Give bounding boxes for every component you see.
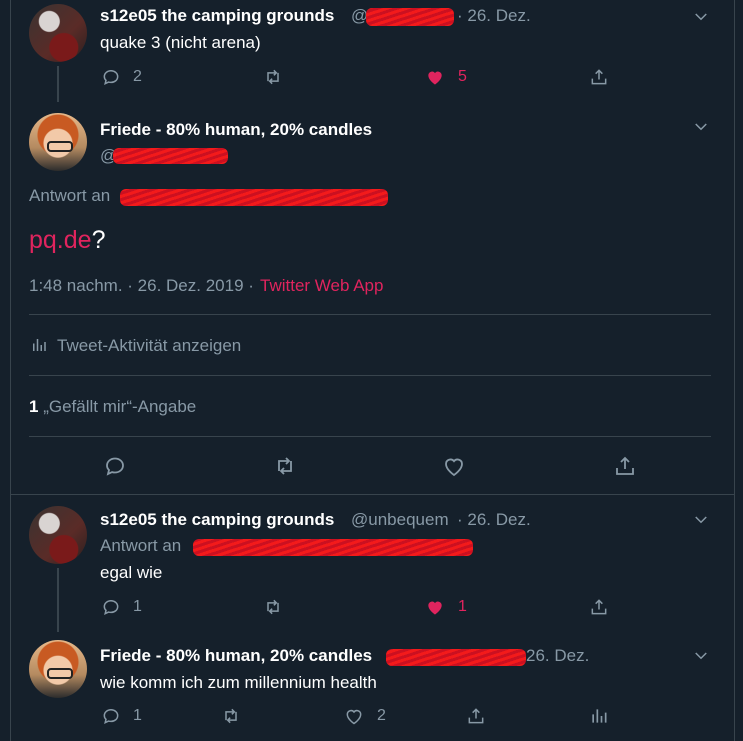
tweet-text-suffix: ?	[91, 226, 106, 254]
reply-to-label: Antwort an	[29, 186, 111, 205]
tweet-text: quake 3 (nicht arena)	[100, 33, 261, 52]
redaction-mark	[113, 148, 228, 164]
timeline-column	[10, 0, 735, 741]
like-count: 2	[377, 707, 386, 724]
tweet-link[interactable]: pq.de	[29, 226, 92, 254]
reply-icon[interactable]	[101, 706, 121, 726]
author-name[interactable]: Friede - 80% human, 20% candles	[100, 646, 372, 666]
likes-count: 1	[29, 397, 39, 416]
avatar[interactable]	[29, 4, 87, 62]
share-icon[interactable]	[589, 67, 609, 87]
tweet-text: wie komm ich zum millennium health	[100, 673, 377, 692]
analytics-icon[interactable]	[589, 706, 609, 726]
author-name[interactable]: Friede - 80% human, 20% candles	[100, 120, 372, 140]
divider	[29, 314, 711, 315]
retweet-icon[interactable]	[263, 67, 283, 87]
reply-icon[interactable]	[101, 67, 121, 87]
tweet-date[interactable]: 26. Dez.	[526, 646, 589, 666]
reply-count: 1	[133, 707, 142, 724]
like-count: 1	[458, 598, 467, 615]
avatar[interactable]	[29, 113, 87, 171]
heart-icon[interactable]	[442, 454, 466, 478]
analytics-icon	[30, 336, 48, 354]
chevron-down-icon[interactable]	[692, 8, 710, 26]
tweet-timestamp[interactable]: 1:48 nachm. · 26. Dez. 2019 ·	[29, 276, 254, 296]
tweet-activity-link[interactable]: Tweet-Aktivität anzeigen	[57, 336, 241, 356]
section-divider	[10, 494, 734, 495]
heart-icon[interactable]	[344, 706, 364, 726]
retweet-icon[interactable]	[221, 706, 241, 726]
avatar[interactable]	[29, 506, 87, 564]
author-name[interactable]: s12e05 the camping grounds	[100, 510, 334, 530]
share-icon[interactable]	[613, 454, 637, 478]
retweet-icon[interactable]	[263, 597, 283, 617]
author-handle[interactable]: @unbequem	[351, 510, 449, 530]
likes-summary[interactable]: 1 „Gefällt mir“-Angabe	[29, 397, 196, 417]
reply-count: 2	[133, 68, 142, 85]
share-icon[interactable]	[589, 597, 609, 617]
redaction-mark	[120, 189, 388, 206]
reply-count: 1	[133, 598, 142, 615]
chevron-down-icon[interactable]	[692, 118, 710, 136]
redaction-mark	[193, 539, 473, 556]
reply-icon[interactable]	[101, 597, 121, 617]
like-count: 5	[458, 68, 467, 85]
tweet-date[interactable]: · 26. Dez.	[457, 510, 531, 530]
tweet-text: pq.de?	[29, 226, 105, 255]
tweet-date[interactable]: · 26. Dez.	[457, 6, 531, 26]
likes-label: „Gefällt mir“-Angabe	[43, 397, 197, 416]
thread-line	[57, 66, 59, 102]
author-name[interactable]: s12e05 the camping grounds	[100, 6, 334, 26]
heart-icon[interactable]	[425, 67, 445, 87]
share-icon[interactable]	[466, 706, 486, 726]
heart-icon[interactable]	[425, 597, 445, 617]
divider	[29, 375, 711, 376]
reply-icon[interactable]	[103, 454, 127, 478]
chevron-down-icon[interactable]	[692, 647, 710, 665]
tweet-source[interactable]: Twitter Web App	[260, 276, 383, 296]
redaction-mark	[386, 649, 526, 666]
tweet-text: egal wie	[100, 563, 163, 582]
reply-to-label: Antwort an	[100, 536, 182, 555]
divider	[29, 436, 711, 437]
chevron-down-icon[interactable]	[692, 511, 710, 529]
avatar[interactable]	[29, 640, 87, 698]
thread-line	[57, 568, 59, 632]
redaction-mark	[366, 8, 454, 26]
retweet-icon[interactable]	[273, 454, 297, 478]
